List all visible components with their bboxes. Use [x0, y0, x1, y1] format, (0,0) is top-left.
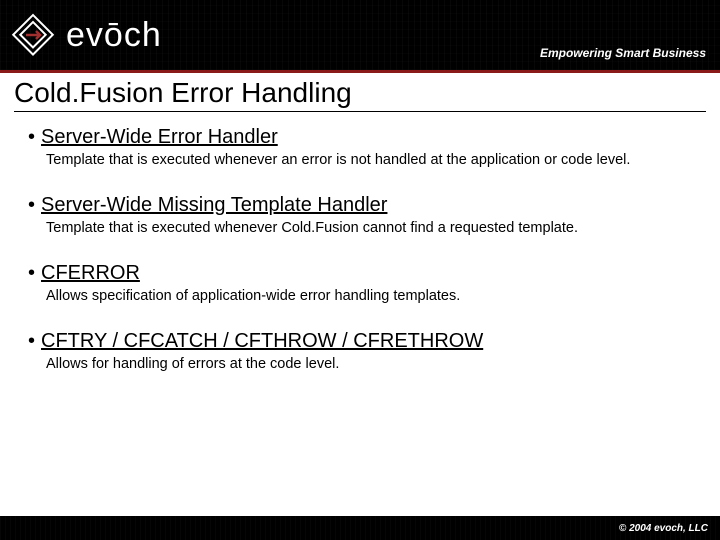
item-desc: Template that is executed whenever Cold.…	[46, 219, 686, 238]
bullet-icon: •	[28, 330, 35, 353]
slide-body: Cold.Fusion Error Handling • Server-Wide…	[0, 73, 720, 373]
logo-diamond-icon	[10, 12, 56, 58]
slide-header: evōch Empowering Smart Business	[0, 0, 720, 70]
list-item: • CFERROR Allows specification of applic…	[28, 262, 706, 306]
bullet-icon: •	[28, 126, 35, 149]
item-title: CFTRY / CFCATCH / CFTHROW / CFRETHROW	[41, 330, 483, 353]
brand-logo: evōch	[0, 12, 162, 58]
brand-tagline: Empowering Smart Business	[540, 46, 706, 60]
bullet-icon: •	[28, 194, 35, 217]
list-item: • Server-Wide Error Handler Template tha…	[28, 126, 706, 170]
bullet-icon: •	[28, 262, 35, 285]
item-desc: Template that is executed whenever an er…	[46, 151, 686, 170]
brand-name: evōch	[66, 16, 162, 55]
list-item: • Server-Wide Missing Template Handler T…	[28, 194, 706, 238]
item-title: Server-Wide Missing Template Handler	[41, 194, 387, 217]
item-desc: Allows for handling of errors at the cod…	[46, 355, 686, 374]
item-title: CFERROR	[41, 262, 140, 285]
item-title: Server-Wide Error Handler	[41, 126, 278, 149]
list-item: • CFTRY / CFCATCH / CFTHROW / CFRETHROW …	[28, 330, 706, 374]
slide-footer: © 2004 evoch, LLC	[0, 516, 720, 540]
slide-title: Cold.Fusion Error Handling	[14, 73, 706, 112]
copyright-text: © 2004 evoch, LLC	[619, 523, 708, 534]
footer-texture	[0, 516, 720, 540]
item-desc: Allows specification of application-wide…	[46, 287, 686, 306]
